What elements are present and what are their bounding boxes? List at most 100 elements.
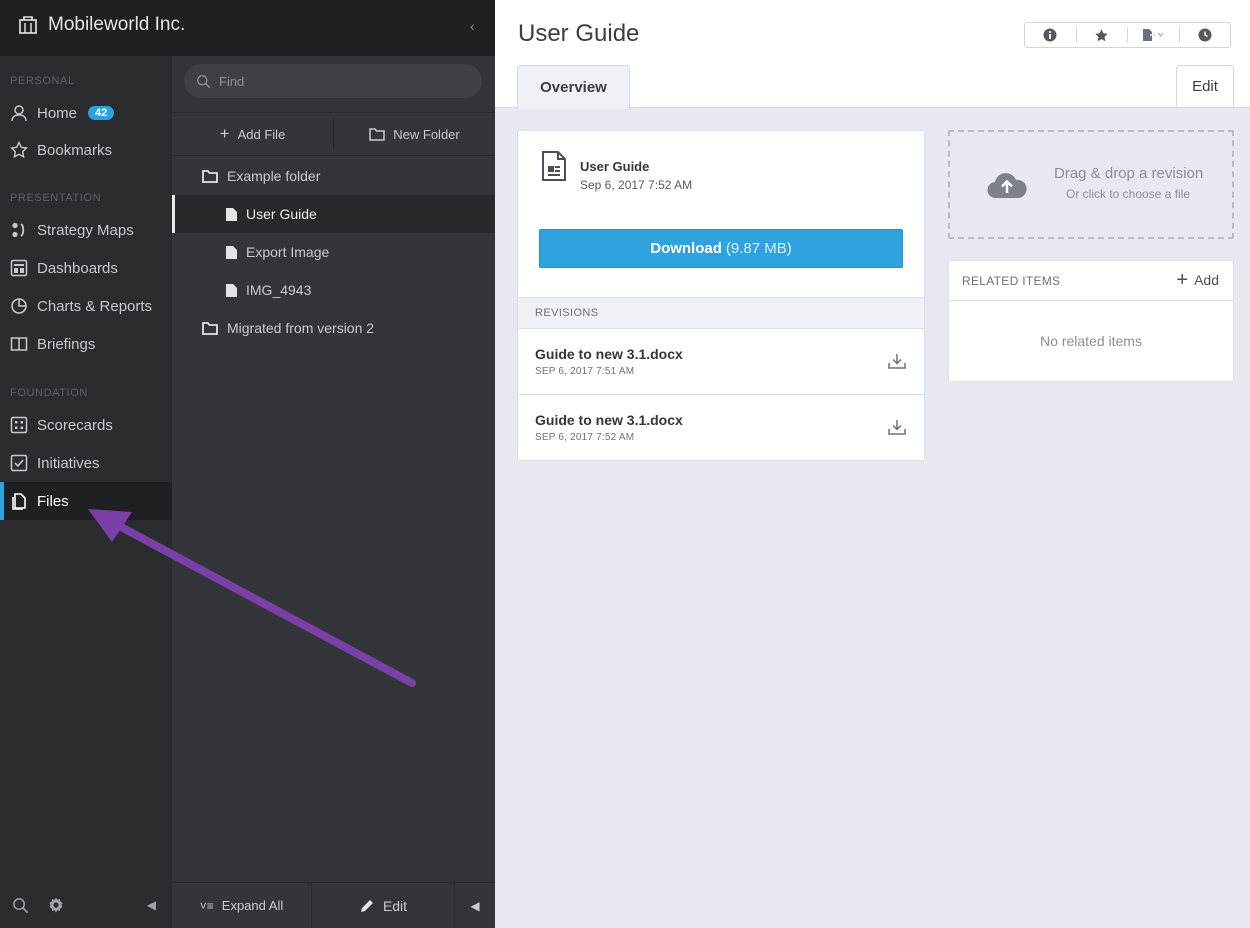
tree-item-label: IMG_4943 (246, 282, 312, 298)
download-size: (9.87 MB) (725, 240, 792, 257)
sidebar-item-label: Scorecards (37, 416, 113, 434)
pie-chart-icon (11, 298, 27, 314)
tree-folder-example-folder[interactable]: Example folder (172, 157, 495, 195)
sidebar-item-initiatives[interactable]: Initiatives (0, 444, 172, 482)
edit-label: Edit (382, 897, 408, 914)
revision-row[interactable]: Guide to new 3.1.docx SEP 6, 2017 7:51 A… (518, 329, 924, 395)
gear-icon[interactable] (47, 896, 65, 914)
bookmark-button[interactable] (1077, 28, 1128, 43)
sidebar-item-label: Briefings (37, 335, 96, 353)
file-icon (226, 283, 237, 297)
info-button[interactable] (1025, 28, 1076, 42)
file-icon (226, 245, 237, 259)
sidebar-item-home[interactable]: Home 42 (0, 95, 172, 131)
sidebar-item-label: Strategy Maps (37, 221, 134, 239)
sidebar-item-briefings[interactable]: Briefings (0, 325, 172, 363)
folder-icon (202, 170, 218, 183)
add-file-button[interactable]: + Add File (172, 119, 333, 149)
org-header: Mobileworld Inc. ‹ (0, 0, 495, 56)
search-input[interactable] (219, 73, 459, 89)
revisions-header: REVISIONS (518, 297, 924, 329)
sidebar-item-label: Initiatives (37, 454, 100, 472)
tree-file-export-image[interactable]: Export Image (172, 233, 495, 271)
dashboard-icon (10, 259, 28, 277)
cloud-upload-icon (987, 173, 1027, 199)
sidebar-item-dashboards[interactable]: Dashboards (0, 249, 172, 287)
revision-dropzone[interactable]: Drag & drop a revision Or click to choos… (948, 130, 1234, 239)
expand-all-label: Expand All (221, 898, 284, 913)
related-items-card: RELATED ITEMS + Add No related items (948, 260, 1234, 382)
revision-name: Guide to new 3.1.docx (535, 412, 683, 428)
sidebar-item-label: Charts & Reports (37, 297, 153, 315)
file-date: Sep 6, 2017 7:52 AM (580, 178, 693, 192)
tree-item-label: Export Image (246, 244, 330, 260)
revision-name: Guide to new 3.1.docx (535, 346, 683, 362)
tab-overview[interactable]: Overview (517, 65, 630, 109)
search-icon (197, 74, 211, 88)
book-icon (10, 337, 28, 351)
revision-date: SEP 6, 2017 7:51 AM (535, 366, 635, 377)
sidebar-item-label: Dashboards (37, 259, 118, 277)
add-file-label: Add File (237, 126, 286, 142)
tree-folder-migrated[interactable]: Migrated from version 2 (172, 309, 495, 347)
sidebar-item-scorecards[interactable]: Scorecards (0, 406, 172, 444)
new-folder-button[interactable]: New Folder (334, 119, 495, 149)
section-presentation: PRESENTATION (10, 192, 102, 204)
scorecard-icon (10, 416, 28, 434)
document-icon (542, 151, 566, 181)
sidebar-item-bookmarks[interactable]: Bookmarks (0, 131, 172, 169)
download-icon[interactable] (888, 353, 906, 369)
related-items-title: RELATED ITEMS (962, 273, 1061, 288)
app-window: PERSONAL Home 42 Bookmarks PRESENTATION … (0, 0, 1250, 928)
search-icon[interactable] (12, 897, 29, 914)
sidebar-nav: PERSONAL Home 42 Bookmarks PRESENTATION … (0, 0, 172, 928)
file-icon (226, 207, 237, 221)
plus-icon: + (219, 124, 230, 143)
org-name: Mobileworld Inc. (48, 14, 186, 35)
history-button[interactable] (1180, 28, 1231, 42)
add-related-button[interactable]: + Add (1176, 270, 1219, 290)
sidebar-item-label: Bookmarks (37, 141, 113, 159)
download-icon[interactable] (888, 419, 906, 435)
download-button[interactable]: Download (9.87 MB) (539, 229, 903, 268)
tree-file-user-guide[interactable]: User Guide (172, 195, 495, 233)
collapse-panel-icon[interactable]: ◀ (455, 883, 495, 928)
sidebar-item-label: Home (37, 104, 78, 122)
folder-icon (369, 128, 386, 141)
header-toolbar (1024, 22, 1231, 48)
org-switcher[interactable]: Mobileworld Inc. (18, 14, 185, 36)
export-icon (1143, 29, 1164, 41)
chevron-left-icon[interactable]: ‹ (470, 18, 475, 34)
strategy-map-icon (12, 222, 25, 238)
sidebar-item-charts-reports[interactable]: Charts & Reports (0, 287, 172, 325)
export-button[interactable] (1128, 28, 1179, 42)
star-icon (1095, 28, 1108, 41)
collapse-sidebar-icon[interactable]: ◀ (147, 898, 156, 912)
search-box[interactable] (184, 64, 482, 98)
sidebar-item-files[interactable]: Files (0, 482, 172, 520)
revision-row[interactable]: Guide to new 3.1.docx SEP 6, 2017 7:52 A… (518, 395, 924, 461)
tree-file-img-4943[interactable]: IMG_4943 (172, 271, 495, 309)
user-icon (11, 105, 27, 122)
building-icon (19, 16, 37, 34)
star-outline-icon (10, 141, 28, 159)
main-header: User Guide Overview Edit (495, 0, 1250, 109)
sidebar-footer: ◀ (0, 882, 172, 928)
edit-button[interactable]: Edit (1176, 65, 1234, 107)
revision-date: SEP 6, 2017 7:52 AM (535, 432, 635, 443)
section-personal: PERSONAL (10, 75, 75, 87)
edit-tree-button[interactable]: Edit (312, 882, 455, 928)
files-footer: ˅≡ Expand All Edit ◀ (172, 882, 495, 928)
file-actions-bar: + Add File New Folder (172, 112, 495, 156)
sidebar-item-strategy-maps[interactable]: Strategy Maps (0, 211, 172, 249)
files-icon (12, 493, 26, 510)
tree-item-label: Example folder (227, 168, 321, 184)
main-content: User Guide Overview Edit User Guide Sep … (495, 0, 1250, 928)
related-empty-state: No related items (1040, 333, 1142, 349)
checkbox-icon (10, 454, 28, 472)
expand-all-icon: ˅≡ (199, 898, 214, 913)
expand-all-button[interactable]: ˅≡ Expand All (172, 882, 312, 928)
page-title: User Guide (518, 20, 640, 47)
dropzone-subtitle: Or click to choose a file (1066, 187, 1191, 201)
tree-item-label: User Guide (246, 206, 317, 222)
